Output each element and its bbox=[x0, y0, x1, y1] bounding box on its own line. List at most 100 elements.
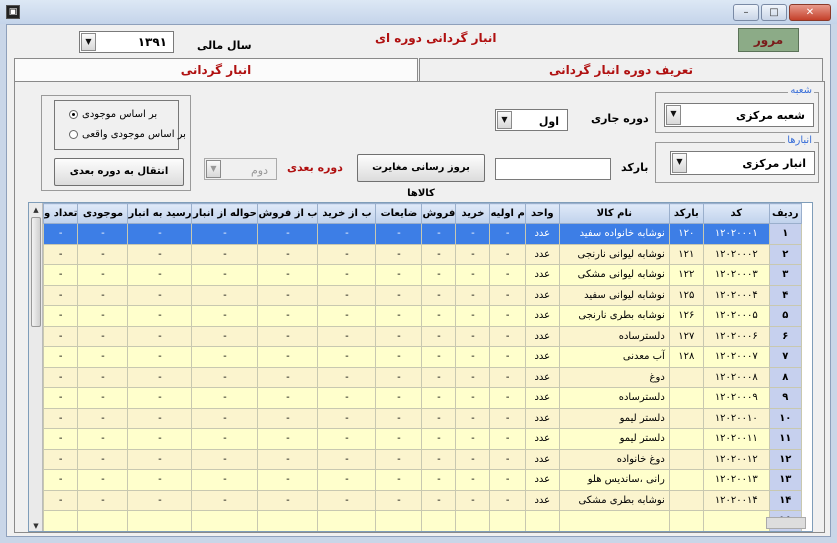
chevron-down-icon[interactable]: ▼ bbox=[206, 160, 221, 178]
cell-stock[interactable]: - bbox=[77, 325, 129, 347]
column-header-code[interactable]: کد bbox=[702, 203, 770, 224]
cell-transfer-out[interactable]: - bbox=[191, 325, 259, 347]
radio-actual-row[interactable]: بر اساس موجودی واقعی bbox=[69, 129, 186, 140]
scrollbar-thumb[interactable] bbox=[31, 217, 41, 327]
cell-receipt-in[interactable]: - bbox=[127, 346, 193, 368]
cell-waste[interactable]: - bbox=[375, 305, 423, 327]
cell-count[interactable]: - bbox=[42, 223, 79, 245]
cell-item-name[interactable]: دلسترساده bbox=[558, 387, 670, 409]
table-row[interactable]: - - - - - - - - - - عدد نوشابه بطری نارنجی ۱۲۶ ۱۲۰۲۰۰… bbox=[42, 305, 802, 327]
column-header-opening-qty[interactable]: م اولیه bbox=[489, 203, 526, 224]
cell-waste[interactable]: - bbox=[375, 223, 423, 245]
cell-row-number[interactable]: ۹ bbox=[768, 387, 802, 409]
cell-purchase[interactable]: - bbox=[455, 407, 491, 429]
app-icon[interactable]: ▣ bbox=[6, 5, 20, 19]
cell-count[interactable]: - bbox=[42, 469, 79, 491]
cell-count[interactable] bbox=[42, 510, 79, 531]
cell-sale[interactable]: - bbox=[421, 448, 457, 470]
cell-unit[interactable]: عدد bbox=[524, 448, 560, 470]
column-header-purchase[interactable]: خرید bbox=[455, 203, 491, 224]
cell-opening-qty[interactable]: - bbox=[489, 387, 526, 409]
cell-opening-qty[interactable]: - bbox=[489, 264, 526, 286]
cell-waste[interactable]: - bbox=[375, 428, 423, 450]
cell-barcode[interactable] bbox=[668, 407, 704, 429]
cell-opening-qty[interactable]: - bbox=[489, 469, 526, 491]
cell-waste[interactable]: - bbox=[375, 366, 423, 388]
cell-sale[interactable]: - bbox=[421, 325, 457, 347]
warehouse-combo[interactable]: ▼ انبار مرکزی bbox=[670, 151, 815, 175]
cell-row-number[interactable]: ۳ bbox=[768, 264, 802, 286]
cell-barcode[interactable] bbox=[668, 448, 704, 470]
cell-count[interactable]: - bbox=[42, 428, 79, 450]
tab-inventory-count[interactable]: انبار گردانی bbox=[14, 58, 418, 83]
cell-opening-qty[interactable]: - bbox=[489, 325, 526, 347]
cell-sale[interactable]: - bbox=[421, 387, 457, 409]
cell-stock[interactable] bbox=[77, 510, 129, 531]
cell-transfer-out[interactable]: - bbox=[191, 489, 259, 511]
cell-stock[interactable]: - bbox=[77, 264, 129, 286]
column-header-count[interactable]: تعداد و bbox=[42, 203, 79, 224]
cell-receipt-in[interactable]: - bbox=[127, 305, 193, 327]
cell-purchase-return[interactable]: - bbox=[317, 448, 377, 470]
cell-unit[interactable]: عدد bbox=[524, 387, 560, 409]
cell-purchase-return[interactable] bbox=[317, 510, 377, 531]
cell-unit[interactable]: عدد bbox=[524, 346, 560, 368]
cell-stock[interactable]: - bbox=[77, 489, 129, 511]
cell-sale[interactable]: - bbox=[421, 407, 457, 429]
cell-sale-return[interactable]: - bbox=[257, 448, 319, 470]
cell-code[interactable]: ۱۲۰۲۰۰۰۵ bbox=[702, 305, 770, 327]
cell-item-name[interactable]: نوشابه بطری نارنجی bbox=[558, 305, 670, 327]
cell-transfer-out[interactable]: - bbox=[191, 407, 259, 429]
column-header-row-number[interactable]: ردیف bbox=[768, 203, 802, 224]
cell-code[interactable]: ۱۲۰۲۰۰۰۱ bbox=[702, 223, 770, 245]
cell-stock[interactable]: - bbox=[77, 346, 129, 368]
maximize-icon[interactable]: □ bbox=[761, 4, 787, 21]
cell-sale[interactable]: - bbox=[421, 223, 457, 245]
cell-sale[interactable]: - bbox=[421, 284, 457, 306]
cell-barcode[interactable] bbox=[668, 510, 704, 531]
cell-count[interactable]: - bbox=[42, 387, 79, 409]
cell-item-name[interactable]: دلسترساده bbox=[558, 325, 670, 347]
fiscal-year-combo[interactable]: ▼ ۱۳۹۱ bbox=[79, 31, 174, 53]
cell-count[interactable]: - bbox=[42, 305, 79, 327]
cell-stock[interactable]: - bbox=[77, 407, 129, 429]
cell-count[interactable]: - bbox=[42, 366, 79, 388]
cell-sale[interactable] bbox=[421, 510, 457, 531]
cell-code[interactable]: ۱۲۰۲۰۰۰۳ bbox=[702, 264, 770, 286]
cell-transfer-out[interactable]: - bbox=[191, 346, 259, 368]
cell-unit[interactable] bbox=[524, 510, 560, 531]
tab-period-definition[interactable]: تعریف دوره انبار گردانی bbox=[419, 58, 823, 82]
cell-sale[interactable]: - bbox=[421, 346, 457, 368]
cell-purchase[interactable] bbox=[455, 510, 491, 531]
cell-row-number[interactable]: ۱۲ bbox=[768, 448, 802, 470]
cell-purchase-return[interactable]: - bbox=[317, 387, 377, 409]
cell-purchase[interactable]: - bbox=[455, 346, 491, 368]
cell-unit[interactable]: عدد bbox=[524, 243, 560, 265]
cell-sale-return[interactable]: - bbox=[257, 346, 319, 368]
cell-code[interactable]: ۱۲۰۲۰۰۰۹ bbox=[702, 387, 770, 409]
cell-code[interactable]: ۱۲۰۲۰۰۱۴ bbox=[702, 489, 770, 511]
column-header-unit[interactable]: واحد bbox=[524, 203, 560, 224]
cell-receipt-in[interactable]: - bbox=[127, 469, 193, 491]
cell-purchase[interactable]: - bbox=[455, 223, 491, 245]
cell-purchase-return[interactable]: - bbox=[317, 366, 377, 388]
cell-waste[interactable]: - bbox=[375, 489, 423, 511]
cell-row-number[interactable]: ۱۰ bbox=[768, 407, 802, 429]
cell-purchase-return[interactable]: - bbox=[317, 407, 377, 429]
cell-code[interactable]: ۱۲۰۲۰۰۱۰ bbox=[702, 407, 770, 429]
column-header-receipt-in[interactable]: رسید به انبار bbox=[127, 203, 193, 224]
table-row[interactable]: - - - - - - - - - - عدد نوشابه لیوانی نارنجی ۱۲۱ ۱۲۰۲… bbox=[42, 243, 802, 265]
table-row[interactable]: - - - - - - - - - - عدد نوشابه لیوانی مشکی ۱۲۲ ۱۲۰۲۰۰… bbox=[42, 264, 802, 286]
cell-sale[interactable]: - bbox=[421, 469, 457, 491]
cell-purchase[interactable]: - bbox=[455, 448, 491, 470]
cell-transfer-out[interactable]: - bbox=[191, 448, 259, 470]
cell-purchase[interactable]: - bbox=[455, 284, 491, 306]
cell-transfer-out[interactable]: - bbox=[191, 366, 259, 388]
cell-barcode[interactable] bbox=[668, 489, 704, 511]
cell-unit[interactable]: عدد bbox=[524, 284, 560, 306]
cell-opening-qty[interactable]: - bbox=[489, 346, 526, 368]
table-row[interactable]: - - - - - - - - - - عدد رانی ،ساندیس هلو ۱۲۰۲۰۰۱۳ ۱۳ bbox=[42, 469, 802, 491]
cell-item-name[interactable]: رانی ،ساندیس هلو bbox=[558, 469, 670, 491]
cell-stock[interactable]: - bbox=[77, 387, 129, 409]
cell-code[interactable]: ۱۲۰۲۰۰۰۸ bbox=[702, 366, 770, 388]
